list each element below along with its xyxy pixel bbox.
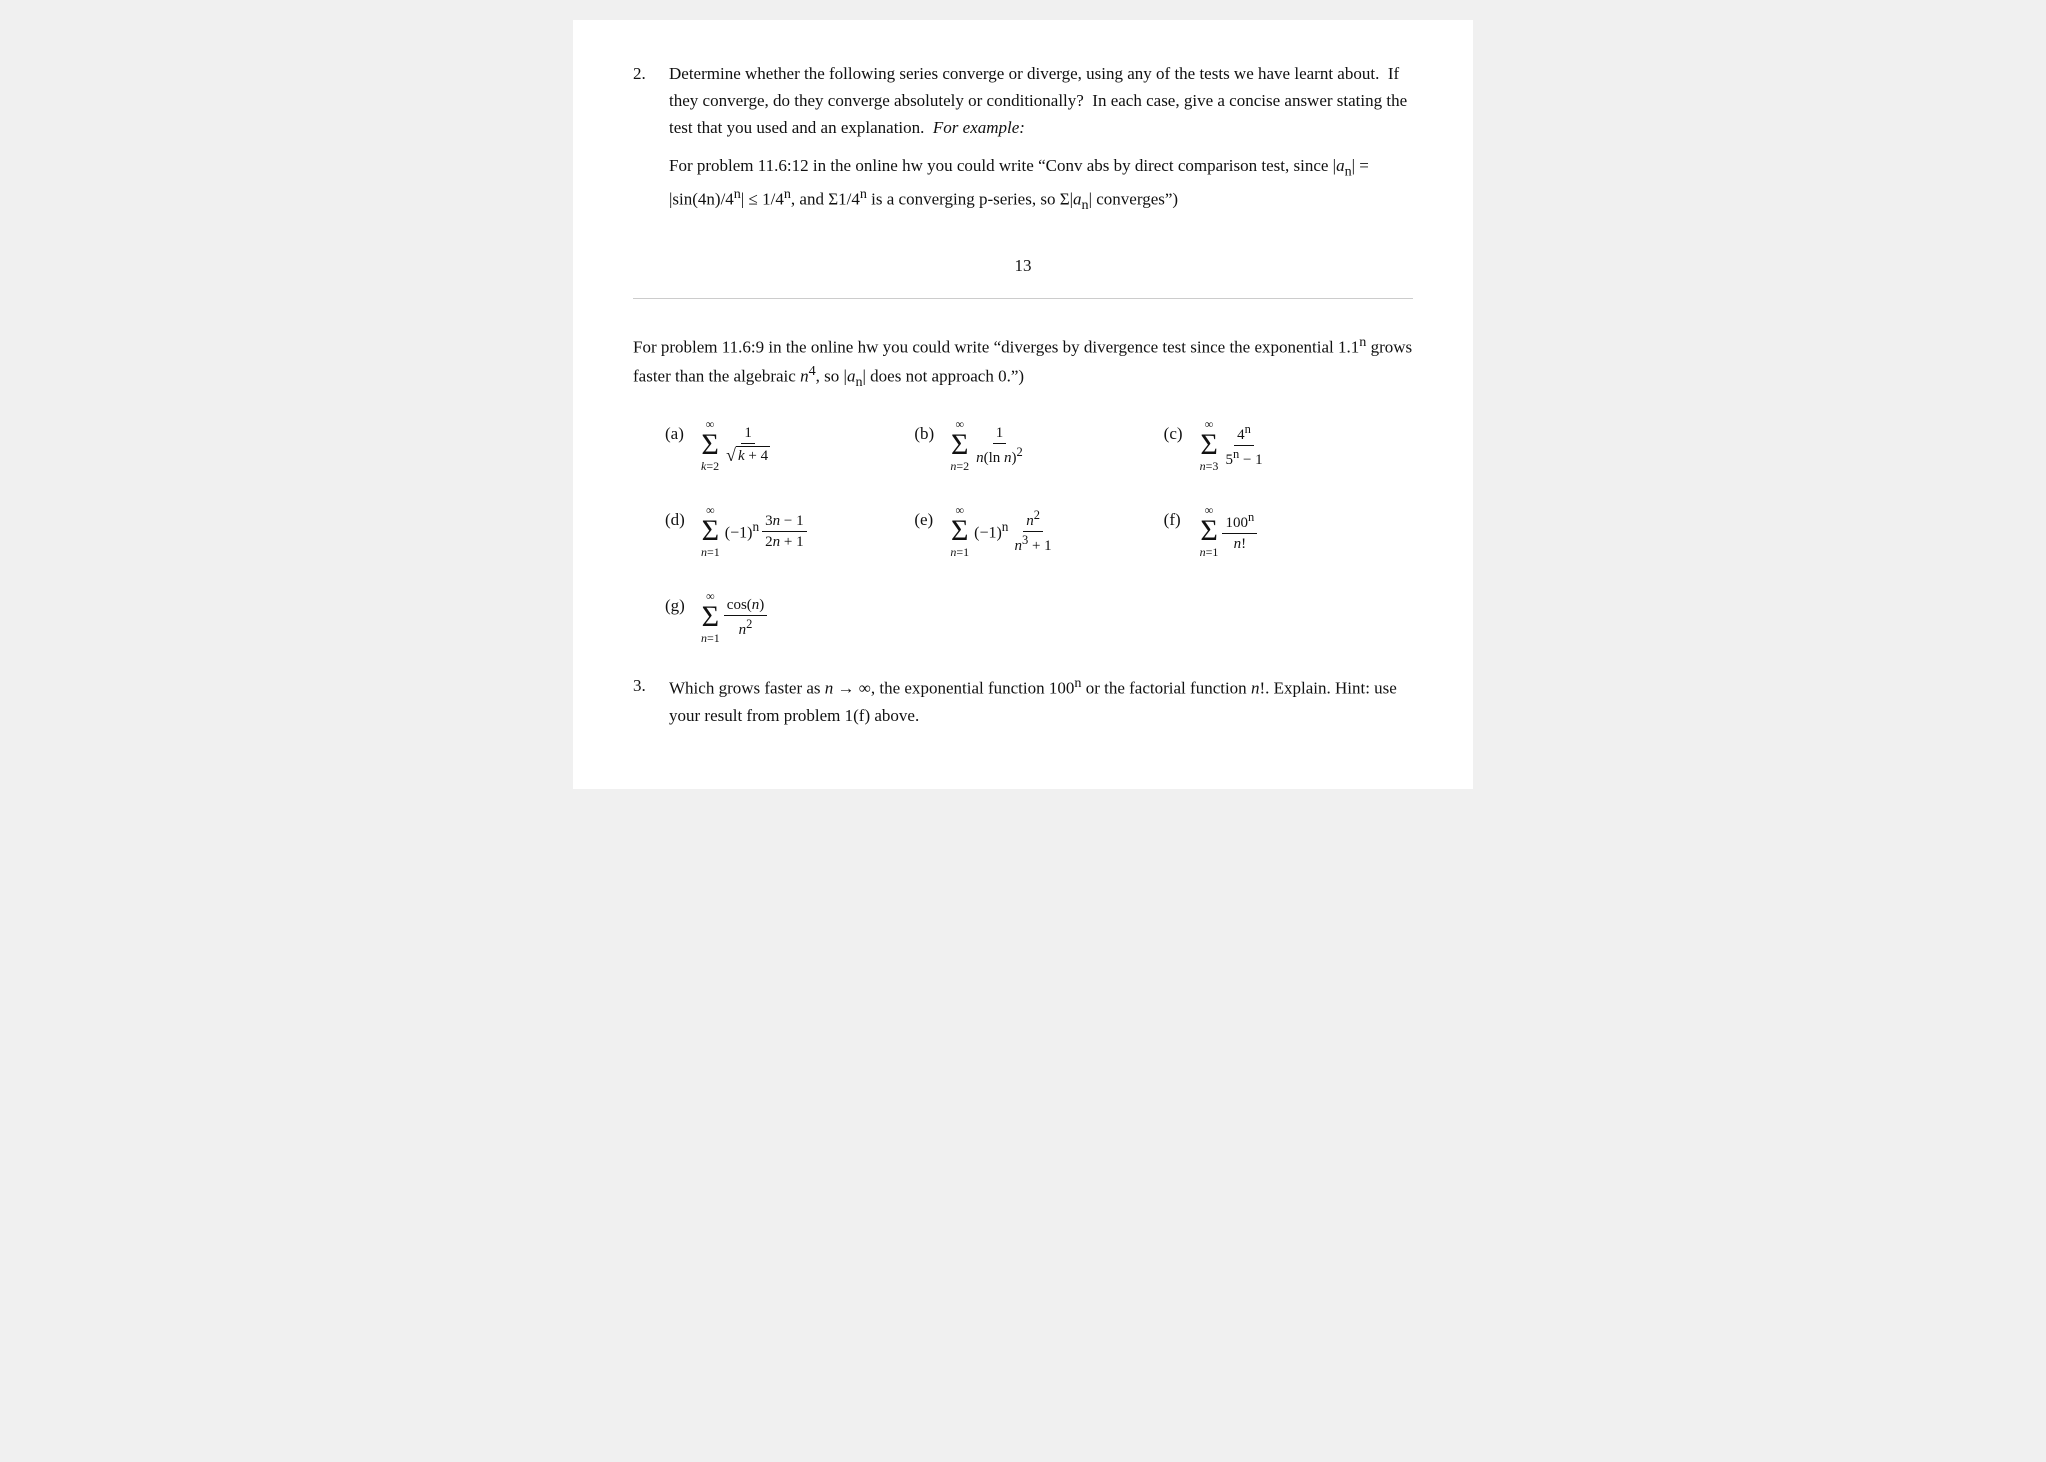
problem-2-block: 2. Determine whether the following serie… — [633, 60, 1413, 234]
series-e-sigma: ∞ Σ n=1 — [950, 504, 969, 558]
series-a-num: 1 — [741, 424, 755, 444]
problem-2-text: Determine whether the following series c… — [669, 60, 1413, 142]
series-b-num: 1 — [993, 424, 1007, 444]
series-a-sigma: ∞ Σ k=2 — [701, 418, 719, 472]
page-divider — [633, 298, 1413, 299]
series-a-den: √k + 4 — [723, 444, 773, 467]
series-g-den: n2 — [736, 616, 756, 639]
series-d-sub: n=1 — [701, 546, 720, 558]
series-f-num: 100n — [1222, 510, 1257, 534]
series-f-sigma: ∞ Σ n=1 — [1200, 504, 1219, 558]
series-c-den: 5n − 1 — [1222, 446, 1265, 469]
problem-2-content: Determine whether the following series c… — [669, 60, 1413, 234]
series-c-sigma: ∞ Σ n=3 — [1200, 418, 1219, 472]
problem-3-number: 3. — [633, 672, 669, 729]
series-f-den: n! — [1231, 534, 1250, 553]
series-f-label: (f) — [1164, 506, 1192, 533]
series-f-sub: n=1 — [1200, 546, 1219, 558]
series-d: (d) ∞ Σ n=1 (−1)n 3n − 1 2n + 1 — [665, 504, 914, 558]
series-e-den: n3 + 1 — [1011, 532, 1054, 555]
series-e-math: ∞ Σ n=1 (−1)n n2 n3 + 1 — [948, 504, 1054, 558]
series-f-frac: 100n n! — [1222, 510, 1257, 553]
series-g-sigma-sym: Σ — [702, 602, 719, 632]
series-a-label: (a) — [665, 420, 693, 447]
series-a-math: ∞ Σ k=2 1 √k + 4 — [699, 418, 773, 472]
series-e-sub: n=1 — [950, 546, 969, 558]
example-italic: For example: — [933, 118, 1025, 137]
series-f: (f) ∞ Σ n=1 100n n! — [1164, 504, 1413, 558]
problem-3-content: Which grows faster as n → ∞, the exponen… — [669, 672, 1413, 729]
page-number: 13 — [633, 252, 1413, 279]
series-c-sigma-sym: Σ — [1200, 430, 1217, 460]
series-e: (e) ∞ Σ n=1 (−1)n n2 n3 + 1 — [914, 504, 1163, 558]
series-b-sigma: ∞ Σ n=2 — [950, 418, 969, 472]
series-e-frac: n2 n3 + 1 — [1011, 508, 1054, 555]
series-g: (g) ∞ Σ n=1 cos(n) n2 — [665, 590, 914, 644]
series-d-label: (d) — [665, 506, 693, 533]
series-d-num: 3n − 1 — [762, 512, 806, 532]
problem-3-text: Which grows faster as n → ∞, the exponen… — [669, 672, 1413, 729]
series-g-math: ∞ Σ n=1 cos(n) n2 — [699, 590, 767, 644]
series-b-frac: 1 n(ln n)2 — [973, 424, 1026, 467]
series-a: (a) ∞ Σ k=2 1 √k + 4 — [665, 418, 914, 472]
series-e-label: (e) — [914, 506, 942, 533]
series-c: (c) ∞ Σ n=3 4n 5n − 1 — [1164, 418, 1413, 472]
series-c-sub: n=3 — [1200, 460, 1219, 472]
series-c-math: ∞ Σ n=3 4n 5n − 1 — [1198, 418, 1266, 472]
series-d-den: 2n + 1 — [762, 532, 806, 551]
series-c-frac: 4n 5n − 1 — [1222, 422, 1265, 469]
series-a-sigma-sym: Σ — [701, 430, 718, 460]
series-d-coeff: (−1)n — [725, 516, 759, 546]
series-c-num: 4n — [1234, 422, 1254, 446]
series-f-sigma-sym: Σ — [1200, 516, 1217, 546]
series-b-sub: n=2 — [950, 460, 969, 472]
series-d-frac: 3n − 1 2n + 1 — [762, 512, 806, 551]
series-g-label: (g) — [665, 592, 693, 619]
page: 2. Determine whether the following serie… — [573, 20, 1473, 789]
series-a-frac: 1 √k + 4 — [723, 424, 773, 467]
series-d-sigma: ∞ Σ n=1 — [701, 504, 720, 558]
divergence-example-text: For problem 11.6:9 in the online hw you … — [633, 331, 1413, 395]
series-e-sigma-sym: Σ — [951, 516, 968, 546]
series-g-num: cos(n) — [724, 596, 768, 616]
series-grid: (a) ∞ Σ k=2 1 √k + 4 (b) — [665, 418, 1413, 644]
series-b-den: n(ln n)2 — [973, 444, 1026, 467]
series-d-sigma-sym: Σ — [702, 516, 719, 546]
series-b-label: (b) — [914, 420, 942, 447]
series-b-math: ∞ Σ n=2 1 n(ln n)2 — [948, 418, 1025, 472]
series-g-sigma: ∞ Σ n=1 — [701, 590, 720, 644]
example-block: For problem 11.6:12 in the online hw you… — [669, 152, 1413, 217]
series-e-num: n2 — [1023, 508, 1043, 532]
series-f-math: ∞ Σ n=1 100n n! — [1198, 504, 1258, 558]
series-c-label: (c) — [1164, 420, 1192, 447]
problem-2-number: 2. — [633, 60, 669, 234]
series-e-coeff: (−1)n — [974, 516, 1008, 546]
series-g-frac: cos(n) n2 — [724, 596, 768, 639]
series-d-math: ∞ Σ n=1 (−1)n 3n − 1 2n + 1 — [699, 504, 807, 558]
series-a-sub: k=2 — [701, 460, 719, 472]
series-g-sub: n=1 — [701, 632, 720, 644]
problem-3-block: 3. Which grows faster as n → ∞, the expo… — [633, 672, 1413, 729]
series-b: (b) ∞ Σ n=2 1 n(ln n)2 — [914, 418, 1163, 472]
divergence-example-block: For problem 11.6:9 in the online hw you … — [633, 331, 1413, 395]
series-b-sigma-sym: Σ — [951, 430, 968, 460]
example-content: For problem 11.6:12 in the online hw you… — [669, 152, 1413, 217]
